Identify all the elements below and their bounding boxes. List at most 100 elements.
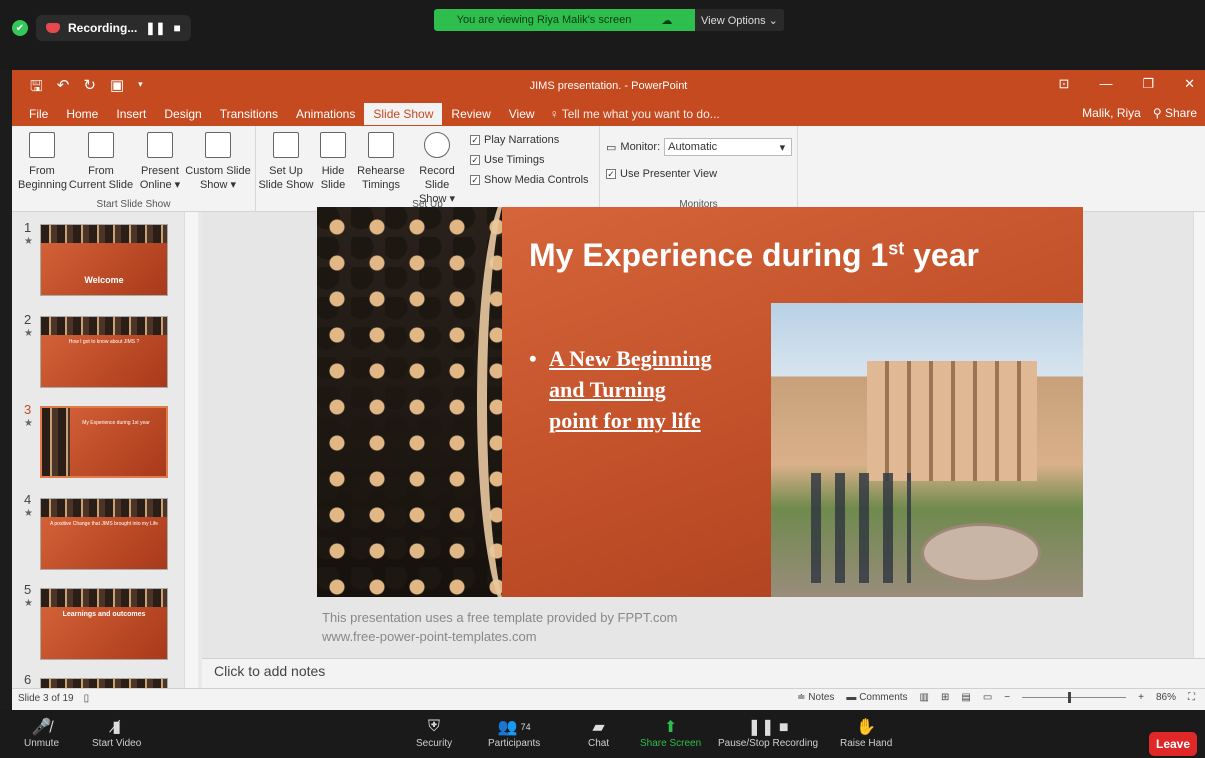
- thumb-image: [42, 408, 70, 476]
- fit-slide-icon[interactable]: ⛶: [1188, 692, 1195, 703]
- monitor-select[interactable]: Automatic ▾: [664, 138, 793, 156]
- tell-me-text: Tell me what you want to do...: [561, 107, 720, 121]
- user-name[interactable]: Malik, Riya: [1082, 106, 1141, 120]
- pause-recording-icon[interactable]: ❚❚: [145, 21, 165, 35]
- animation-star-icon: ★: [24, 598, 33, 609]
- set-up-slide-show-button[interactable]: Set Up Slide Show: [258, 132, 314, 192]
- tab-review[interactable]: Review: [442, 103, 499, 125]
- tab-design[interactable]: Design: [155, 103, 210, 125]
- thumb-image: [41, 225, 167, 243]
- custom-show-label-2: Show ▾: [199, 179, 237, 191]
- slide-title-end: year: [904, 237, 979, 273]
- chat-icon: ▰: [592, 719, 605, 736]
- zoom-level[interactable]: 86%: [1156, 692, 1176, 703]
- share-screen-button[interactable]: ⬆ Share Screen: [640, 716, 701, 749]
- show-media-controls-checkbox[interactable]: ✓ Show Media Controls: [470, 174, 589, 186]
- slide-thumbnail[interactable]: Learnings and outcomes: [40, 588, 168, 660]
- record-slide-show-button[interactable]: Record Slide Show ▾: [406, 132, 468, 206]
- slide-thumbnail[interactable]: [40, 678, 168, 688]
- from-beginning-label-2: Beginning: [18, 179, 67, 191]
- present-online-button[interactable]: Present Online ▾: [138, 132, 182, 192]
- notes-pane[interactable]: Click to add notes: [202, 658, 1205, 688]
- slide-bullet[interactable]: • A New Beginning and Turning point for …: [529, 343, 719, 436]
- start-slide-show-group-label: Start Slide Show: [96, 199, 171, 210]
- thumb-image: [41, 589, 167, 607]
- comments-button[interactable]: ▬ Comments: [846, 692, 907, 703]
- template-note-line-2: www.free-power-point-templates.com: [322, 629, 537, 644]
- animation-star-icon: ★: [24, 328, 33, 339]
- minimize-icon[interactable]: —: [1099, 76, 1112, 92]
- ribbon-display-icon[interactable]: ⊡: [1059, 76, 1070, 92]
- from-beginning-label-1: From: [29, 165, 55, 177]
- slide-title[interactable]: My Experience during 1st year: [529, 237, 979, 274]
- presenter-view-checkbox[interactable]: ✓ Use Presenter View: [606, 168, 717, 180]
- leave-button[interactable]: Leave: [1149, 732, 1197, 756]
- from-beginning-button[interactable]: From Beginning: [18, 132, 67, 192]
- stop-recording-icon[interactable]: ■: [173, 21, 180, 35]
- normal-view-icon[interactable]: ▥: [920, 692, 929, 703]
- thumb-image: [41, 679, 167, 688]
- view-options-button[interactable]: View Options ⌄: [695, 9, 784, 31]
- participant-count: 74: [520, 722, 531, 732]
- reading-view-icon[interactable]: ▤: [961, 692, 970, 703]
- slide-thumbnail[interactable]: A positive Change that JIMS brought into…: [40, 498, 168, 570]
- zoom-out-icon[interactable]: −: [1004, 692, 1010, 703]
- current-slide[interactable]: My Experience during 1st year • A New Be…: [317, 207, 1083, 597]
- zoom-slider[interactable]: [1022, 692, 1127, 703]
- spell-check-icon[interactable]: ▯: [84, 693, 90, 704]
- show-media-label: Show Media Controls: [484, 174, 589, 186]
- share-button[interactable]: ⚲ Share: [1153, 106, 1197, 120]
- use-timings-checkbox[interactable]: ✓ Use Timings: [470, 154, 545, 166]
- from-current-label-2: Current Slide: [68, 179, 134, 191]
- video-off-icon: ▮̸: [112, 719, 122, 736]
- tell-me-box[interactable]: ♀ Tell me what you want to do...: [544, 107, 720, 121]
- window-controls: ⊡ — ❐ ✕: [1059, 76, 1195, 92]
- security-button[interactable]: ⛨ Security: [416, 716, 452, 749]
- zoom-in-icon[interactable]: +: [1138, 692, 1144, 703]
- thumb-number: 4: [24, 492, 32, 507]
- pause-stop-icon: ❚❚ ■: [747, 719, 789, 736]
- slide-thumbnail[interactable]: Welcome: [40, 224, 168, 296]
- slide-thumbnail[interactable]: How I got to know about JIMS ?: [40, 316, 168, 388]
- restore-icon[interactable]: ❐: [1142, 76, 1154, 92]
- start-video-button[interactable]: ▮̸ Start Video: [92, 716, 141, 749]
- tab-home[interactable]: Home: [57, 103, 107, 125]
- start-video-label: Start Video: [92, 738, 142, 749]
- present-online-icon: [147, 132, 173, 158]
- campus-photo[interactable]: [771, 303, 1083, 597]
- from-current-slide-button[interactable]: From Current Slide: [68, 132, 134, 192]
- check-icon: ✓: [606, 169, 616, 179]
- tab-slide-show[interactable]: Slide Show: [364, 103, 443, 125]
- bullet-dot-icon: •: [529, 346, 537, 371]
- slide-sorter-icon[interactable]: ⊞: [941, 692, 949, 703]
- thumb-number: 2: [24, 312, 32, 327]
- close-icon[interactable]: ✕: [1184, 76, 1195, 92]
- chat-button[interactable]: ▰ Chat: [588, 716, 609, 749]
- thumbnails-scrollbar[interactable]: [184, 212, 198, 688]
- use-timings-label: Use Timings: [484, 154, 545, 166]
- tab-view[interactable]: View: [500, 103, 544, 125]
- notes-button[interactable]: ≐ Notes: [797, 692, 834, 703]
- from-beginning-icon: [29, 132, 55, 158]
- custom-slide-show-button[interactable]: Custom Slide Show ▾: [184, 132, 252, 192]
- pause-stop-recording-button[interactable]: ❚❚ ■ Pause/Stop Recording: [718, 716, 818, 749]
- person-icon: ⚲: [1152, 106, 1165, 120]
- tab-file[interactable]: File: [20, 103, 57, 125]
- hide-slide-button[interactable]: Hide Slide: [316, 132, 350, 192]
- slide-thumbnail-selected[interactable]: My Experience during 1st year: [40, 406, 168, 478]
- play-narrations-checkbox[interactable]: ✓ Play Narrations: [470, 134, 559, 146]
- editor-scrollbar[interactable]: [1193, 212, 1205, 658]
- slide-count: Slide 3 of 19: [18, 693, 74, 704]
- tab-transitions[interactable]: Transitions: [211, 103, 287, 125]
- tab-animations[interactable]: Animations: [287, 103, 364, 125]
- tab-insert[interactable]: Insert: [107, 103, 155, 125]
- thumb-number: 6: [24, 672, 32, 687]
- participants-button[interactable]: 👥 74 Participants: [488, 716, 540, 749]
- slide-show-icon[interactable]: ▭: [983, 692, 992, 703]
- rehearse-timings-button[interactable]: Rehearse Timings: [356, 132, 406, 192]
- check-icon: ✓: [470, 155, 480, 165]
- unmute-button[interactable]: 🎤̸ Unmute: [24, 716, 59, 749]
- zoom-knob[interactable]: [1068, 692, 1072, 703]
- raise-hand-button[interactable]: ✋ Raise Hand: [840, 716, 892, 749]
- shield-icon[interactable]: ✔: [12, 20, 28, 36]
